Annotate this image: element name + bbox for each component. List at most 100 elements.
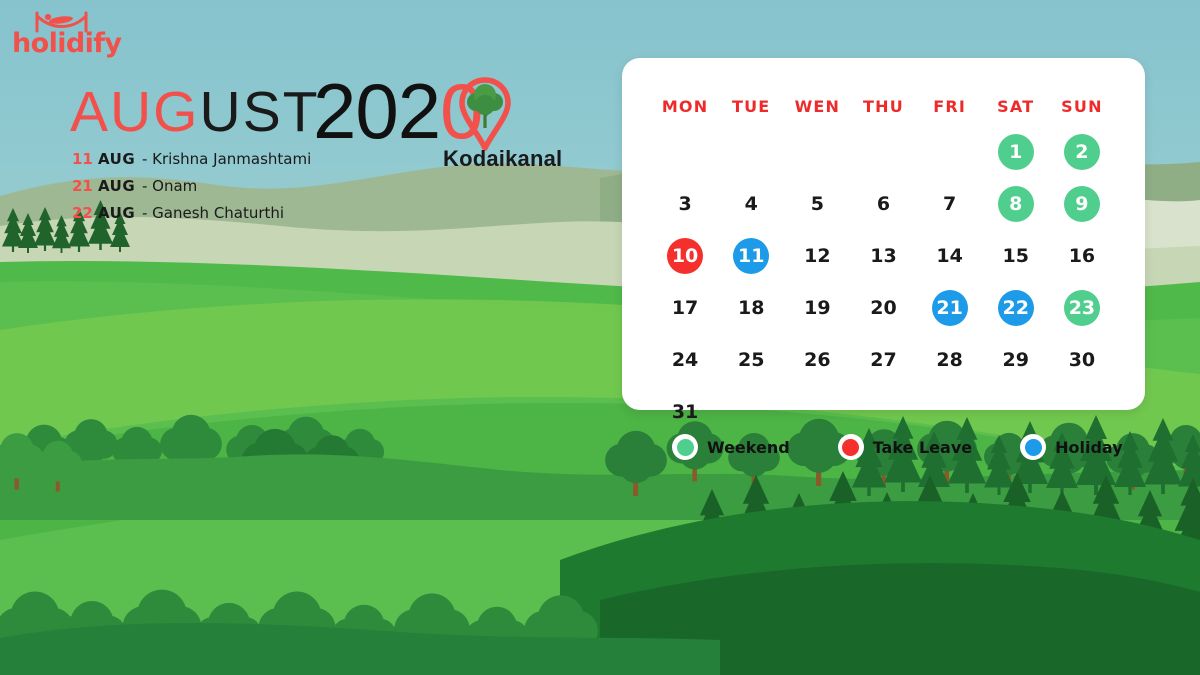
day-cell[interactable]: 4 <box>718 182 784 226</box>
day-cell-empty <box>718 390 784 434</box>
legend-item[interactable]: Weekend <box>672 434 790 460</box>
day-cell[interactable]: 20 <box>850 286 916 330</box>
event-month: AUG <box>98 204 136 222</box>
day-cell[interactable]: 2 <box>1049 130 1115 174</box>
day-number: 15 <box>1002 244 1029 267</box>
legend-dot-icon <box>837 434 864 460</box>
event-month: AUG <box>98 150 136 168</box>
weekday-header: TUE <box>731 97 771 116</box>
day-number: 20 <box>870 296 897 319</box>
day-cell[interactable]: 5 <box>784 182 850 226</box>
weekday-header: SUN <box>1061 97 1103 116</box>
day-cell[interactable]: 13 <box>850 234 916 278</box>
day-number: 6 <box>876 192 891 215</box>
day-cell[interactable]: 22 <box>983 286 1049 330</box>
day-cell[interactable]: 14 <box>917 234 983 278</box>
day-number: 30 <box>1068 348 1096 371</box>
day-cell[interactable]: 10 <box>652 234 718 278</box>
weekday-header: THU <box>863 97 904 116</box>
event-name: - Ganesh Chaturthi <box>142 204 285 222</box>
day-number: 3 <box>678 192 692 215</box>
month-title: AUGUST <box>70 84 320 141</box>
day-cell[interactable]: 30 <box>1049 338 1115 382</box>
day-cell[interactable]: 21 <box>917 286 983 330</box>
day-cell[interactable]: 29 <box>983 338 1049 382</box>
day-number: 19 <box>804 296 831 319</box>
day-number: 18 <box>737 296 765 319</box>
day-number: 2 <box>1063 134 1100 170</box>
calendar-wallpaper: holidify AUGUST 2020 Kodaikanal 11 AUG -… <box>0 0 1200 675</box>
event-day: 21 <box>72 177 93 195</box>
day-cell[interactable]: 23 <box>1049 286 1115 330</box>
day-number: 24 <box>671 348 699 371</box>
day-cell-empty <box>652 130 718 174</box>
day-number: 4 <box>744 192 758 215</box>
day-cell[interactable]: 8 <box>983 182 1049 226</box>
calendar-card: MON TUE WEN THU FRI SAT SUN 1 2 3 4 5 6 7 8 9 10 11 12 13 14… <box>622 58 1145 421</box>
brand-logo[interactable]: holidify <box>10 10 130 64</box>
day-cell[interactable]: 12 <box>784 234 850 278</box>
day-cell[interactable]: 18 <box>718 286 784 330</box>
legend-item[interactable]: Take Leave <box>837 434 973 460</box>
day-cell[interactable]: 19 <box>784 286 850 330</box>
calendar-grid: MON TUE WEN THU FRI SAT SUN 1 2 3 4 5 6 7 8 9 10 11 12 13 14… <box>652 92 1115 434</box>
day-cell[interactable]: 24 <box>652 338 718 382</box>
year-dark: 202 <box>313 67 441 155</box>
day-cell[interactable]: 31 <box>652 390 718 434</box>
day-number: 5 <box>810 192 824 215</box>
day-number: 14 <box>936 244 963 267</box>
day-cell-empty <box>784 130 850 174</box>
day-cell[interactable]: 1 <box>983 130 1049 174</box>
legend-label: Holiday <box>1055 437 1123 457</box>
event-item: 22 AUG - Ganesh Chaturthi <box>72 206 311 221</box>
day-cell[interactable]: 7 <box>917 182 983 226</box>
event-name: - Krishna Janmashtami <box>142 150 312 168</box>
weekday-header: SAT <box>997 97 1035 116</box>
day-number: 17 <box>671 296 699 319</box>
day-cell[interactable]: 3 <box>652 182 718 226</box>
day-cell-empty <box>718 130 784 174</box>
day-cell[interactable]: 15 <box>983 234 1049 278</box>
day-cell[interactable]: 16 <box>1049 234 1115 278</box>
events-list: 11 AUG - Krishna Janmashtami 21 AUG - On… <box>72 152 311 233</box>
weekday-header: FRI <box>933 97 967 116</box>
legend-dot-icon <box>1020 434 1047 460</box>
day-number: 12 <box>804 244 831 267</box>
month-highlight: AUG <box>70 80 200 144</box>
day-number: 29 <box>1002 348 1029 371</box>
day-cell[interactable]: 26 <box>784 338 850 382</box>
legend-label: Take Leave <box>872 437 973 457</box>
legend-label: Weekend <box>707 437 790 457</box>
month-rest: UST <box>199 80 320 144</box>
day-cell[interactable]: 9 <box>1049 182 1115 226</box>
day-number: 13 <box>870 244 897 267</box>
day-number: 26 <box>804 348 831 371</box>
weekday-header: WEN <box>794 97 841 116</box>
day-number: 25 <box>737 348 765 371</box>
day-cell-empty <box>850 130 916 174</box>
place-label: Kodaikanal <box>443 146 563 171</box>
legend-dot-icon <box>672 434 698 460</box>
day-number: 9 <box>1063 186 1100 222</box>
event-day: 22 <box>72 204 93 222</box>
day-cell[interactable]: 25 <box>718 338 784 382</box>
day-number: 28 <box>936 348 963 371</box>
legend-item[interactable]: Holiday <box>1020 434 1123 460</box>
day-cell[interactable]: 17 <box>652 286 718 330</box>
day-cell[interactable]: 27 <box>850 338 916 382</box>
day-cell-empty <box>850 390 916 434</box>
event-name: - Onam <box>142 177 198 195</box>
day-cell-empty <box>1049 390 1115 434</box>
day-number: 21 <box>931 290 968 326</box>
day-number: 22 <box>997 290 1034 326</box>
day-cell-empty <box>983 390 1049 434</box>
event-item: 11 AUG - Krishna Janmashtami <box>72 152 311 167</box>
day-number: 11 <box>733 238 770 274</box>
day-number: 23 <box>1063 290 1100 326</box>
day-number: 31 <box>671 400 699 423</box>
day-cell-empty <box>784 390 850 434</box>
day-number: 10 <box>667 238 704 274</box>
day-cell[interactable]: 6 <box>850 182 916 226</box>
day-cell[interactable]: 11 <box>718 234 784 278</box>
day-cell[interactable]: 28 <box>917 338 983 382</box>
